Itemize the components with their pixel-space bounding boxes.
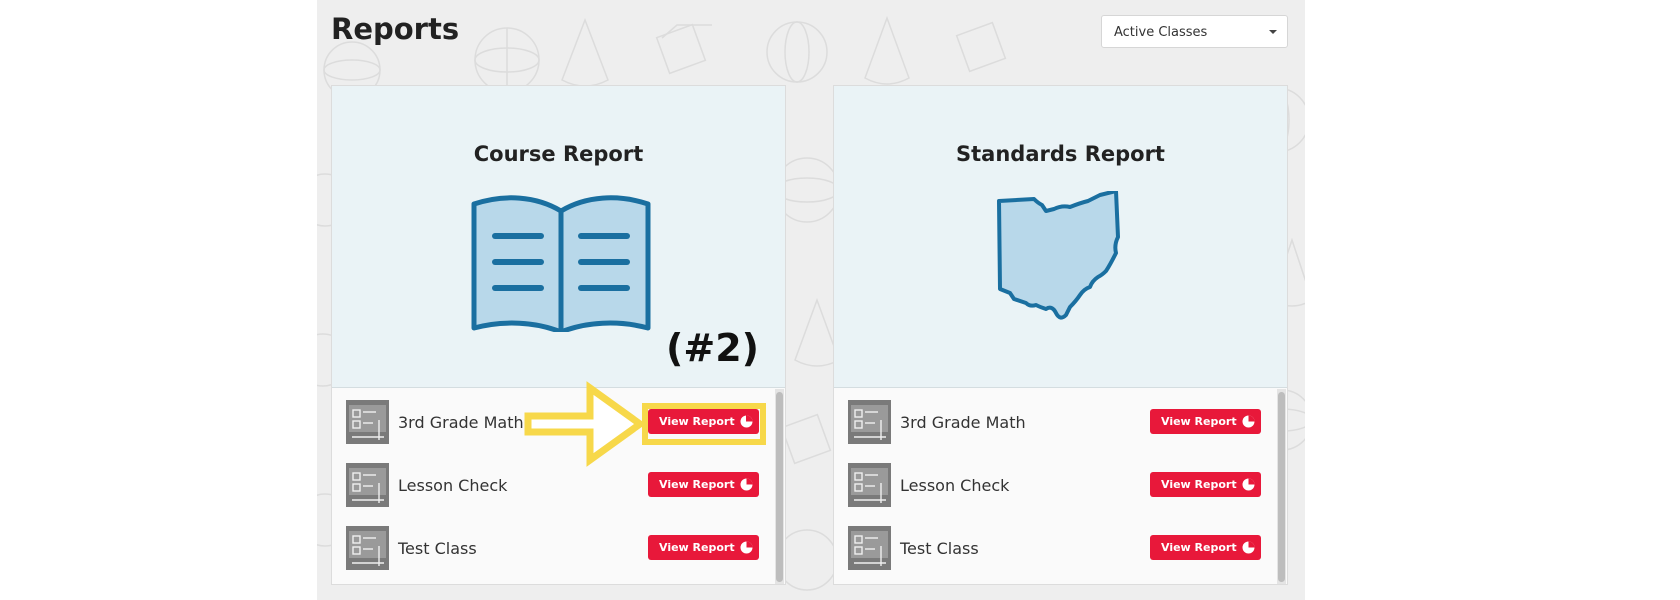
class-name: Lesson Check (398, 476, 508, 495)
step-annotation-label: (#2) (666, 326, 760, 370)
class-name: 3rd Grade Math (900, 413, 1026, 432)
pie-chart-icon (1242, 541, 1255, 554)
view-report-label: View Report (659, 415, 735, 428)
class-name: Test Class (900, 539, 979, 558)
whiteboard-class-icon (346, 400, 389, 444)
list-item: Test Class View Report (834, 524, 1274, 574)
view-report-label: View Report (659, 478, 735, 491)
whiteboard-class-icon (346, 526, 389, 570)
view-report-button[interactable]: View Report (648, 472, 759, 497)
caret-down-icon (1269, 30, 1277, 34)
view-report-label: View Report (1161, 541, 1237, 554)
view-report-button[interactable]: View Report (1150, 472, 1261, 497)
list-item: 3rd Grade Math View Report (332, 398, 772, 448)
view-report-button[interactable]: View Report (648, 409, 759, 434)
view-report-button[interactable]: View Report (1150, 535, 1261, 560)
ohio-state-map-icon (997, 191, 1120, 320)
whiteboard-class-icon (346, 463, 389, 507)
list-item: Lesson Check View Report (834, 461, 1274, 511)
pie-chart-icon (1242, 478, 1255, 491)
class-name: Lesson Check (900, 476, 1010, 495)
standards-report-card: Standards Report 3rd Grade Math View Rep… (833, 85, 1288, 585)
class-name: Test Class (398, 539, 477, 558)
pie-chart-icon (740, 541, 753, 554)
scrollbar-thumb[interactable] (1278, 392, 1285, 582)
course-report-class-list: 3rd Grade Math View Report Lesson Check … (332, 389, 785, 584)
reports-page: Reports Active Classes Course Report 3rd… (317, 0, 1305, 600)
list-item: Lesson Check View Report (332, 461, 772, 511)
view-report-label: View Report (1161, 415, 1237, 428)
view-report-label: View Report (1161, 478, 1237, 491)
list-item: 3rd Grade Math View Report (834, 398, 1274, 448)
class-list-scrollbar[interactable] (1277, 389, 1286, 584)
standards-report-hero: Standards Report (834, 86, 1287, 388)
page-title: Reports (331, 12, 460, 46)
list-item: Test Class View Report (332, 524, 772, 574)
class-name: 3rd Grade Math (398, 413, 524, 432)
pie-chart-icon (1242, 415, 1255, 428)
whiteboard-class-icon (848, 526, 891, 570)
scrollbar-thumb[interactable] (776, 392, 783, 582)
standards-report-class-list: 3rd Grade Math View Report Lesson Check … (834, 389, 1287, 584)
pie-chart-icon (740, 478, 753, 491)
standards-report-title: Standards Report (956, 142, 1165, 166)
class-list-scrollbar[interactable] (775, 389, 784, 584)
view-report-button[interactable]: View Report (648, 535, 759, 560)
course-report-title: Course Report (473, 142, 644, 166)
whiteboard-class-icon (848, 463, 891, 507)
class-filter-selected-value: Active Classes (1114, 25, 1208, 40)
view-report-label: View Report (659, 541, 735, 554)
pie-chart-icon (740, 415, 753, 428)
view-report-button[interactable]: View Report (1150, 409, 1261, 434)
class-filter-dropdown[interactable]: Active Classes (1101, 15, 1288, 48)
open-book-icon (471, 195, 651, 332)
whiteboard-class-icon (848, 400, 891, 444)
